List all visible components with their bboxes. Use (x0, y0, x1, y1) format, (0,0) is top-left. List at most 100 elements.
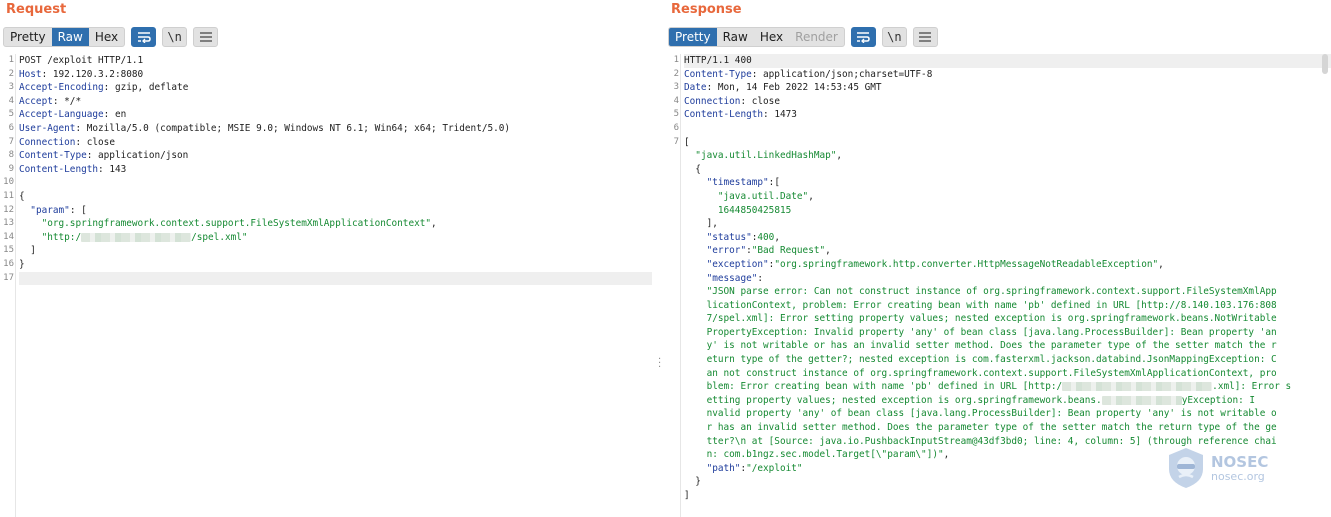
code-token: an not construct instance of org.springf… (684, 367, 1277, 379)
request-tab-raw[interactable]: Raw (51, 28, 89, 46)
response-tab-raw[interactable]: Raw (717, 28, 754, 46)
line-number (665, 312, 679, 326)
code-token: Accept-Language (19, 109, 104, 121)
code-token: } (684, 476, 701, 488)
response-menu-button[interactable] (912, 27, 938, 47)
code-line: 7/spel.xml]: Error setting property valu… (684, 312, 1331, 326)
line-number (665, 285, 679, 299)
line-number: 16 (3, 259, 14, 269)
line-number: 3 (8, 82, 14, 93)
code-token: , (825, 245, 831, 257)
line-number: 14 (3, 231, 14, 242)
line-number: 5 (673, 109, 679, 120)
code-token: Date (684, 82, 707, 94)
line-number (665, 163, 679, 177)
code-line: { (19, 190, 652, 204)
pane-splitter-handle[interactable]: · · · (658, 355, 662, 373)
line-number (665, 408, 679, 422)
code-line: Host: 192.120.3.2:8080 (19, 68, 652, 82)
code-line: ], (684, 217, 1331, 231)
code-line: Connection: close (684, 95, 1331, 109)
code-token: yException: I (1181, 394, 1256, 406)
code-line: "java.util.Date", (684, 190, 1331, 204)
line-number: 4 (8, 95, 14, 106)
response-newline-button[interactable]: \n (881, 27, 907, 47)
code-token: , (431, 218, 437, 230)
code-token: 1644850425815 (717, 204, 792, 216)
code-line: Accept-Encoding: gzip, deflate (19, 81, 652, 95)
hamburger-menu-icon (919, 32, 932, 42)
request-wrap-button[interactable] (131, 27, 157, 47)
request-pane: Request Pretty Raw Hex \n 1 2 3 4 5 6 7 8 9 10 11 12 1… (0, 0, 652, 517)
line-number: 6 (8, 123, 14, 133)
code-token: : (757, 272, 764, 284)
line-number: 7 (8, 136, 14, 147)
code-token: "http:/ (41, 231, 82, 243)
line-number (665, 448, 679, 462)
line-number: 7 (673, 136, 679, 147)
response-tab-pretty[interactable]: Pretty (669, 28, 717, 46)
code-token: 400 (757, 231, 775, 243)
code-token: "message" (706, 272, 758, 284)
response-tab-hex[interactable]: Hex (754, 28, 789, 46)
code-line: "exception":"org.springframework.http.co… (684, 258, 1331, 272)
code-token: : en (103, 109, 127, 121)
code-token: "JSON parse error: Can not construct ins… (684, 286, 1277, 298)
code-token: HTTP/1.1 400 (684, 55, 752, 66)
code-token: , (1158, 258, 1164, 270)
line-number: 6 (673, 123, 679, 133)
code-line: { (684, 163, 1331, 177)
line-number (665, 476, 679, 490)
nosec-shield-logo-icon (1169, 448, 1203, 488)
line-number (665, 340, 679, 354)
wrap-lines-icon (137, 32, 151, 43)
code-line: blem: Error creating bean with name 'pb'… (684, 380, 1331, 394)
code-line: "message": (684, 272, 1331, 286)
nosec-watermark: NOSEC nosec.org (1167, 447, 1268, 489)
line-number (665, 204, 679, 218)
code-token: Accept (19, 95, 53, 107)
request-menu-button[interactable] (193, 27, 219, 47)
request-tab-hex[interactable]: Hex (89, 28, 124, 46)
code-token: y' is not writable or has an invalid set… (684, 340, 1277, 352)
code-line: POST /exploit HTTP/1.1 (19, 54, 652, 68)
line-number: 5 (8, 109, 14, 120)
code-token: : gzip, deflate (103, 82, 189, 94)
line-number (665, 299, 679, 313)
line-number (665, 231, 679, 245)
response-scrollbar[interactable] (1321, 54, 1329, 504)
code-token: User-Agent (19, 122, 76, 134)
code-line: HTTP/1.1 400 (684, 54, 1331, 68)
line-number (665, 190, 679, 204)
code-line: ] (684, 489, 1331, 503)
code-token: "path" (706, 462, 741, 474)
code-line: Content-Type: application/json (19, 149, 652, 163)
code-token: , (836, 150, 843, 162)
line-number (665, 244, 679, 258)
watermark-domain: nosec.org (1211, 469, 1265, 483)
code-line: } (19, 258, 652, 272)
line-number (665, 353, 679, 367)
code-line: 1644850425815 (684, 204, 1331, 218)
code-token: ], (684, 218, 718, 230)
code-line: licationContext, problem: Error creating… (684, 299, 1331, 313)
code-line: an not construct instance of org.springf… (684, 367, 1331, 381)
response-wrap-button[interactable] (850, 27, 876, 47)
code-token: eturn type of the getter?; nested except… (684, 354, 1277, 366)
code-token: .xml]: Error s (1212, 381, 1292, 393)
code-line: "org.springframework.context.support.Fil… (19, 217, 652, 231)
code-token: blem: Error creating bean with name 'pb'… (684, 381, 1063, 393)
code-token: : close (740, 95, 780, 107)
request-newline-button[interactable]: \n (162, 27, 188, 47)
code-line: eturn type of the getter?; nested except… (684, 353, 1331, 367)
request-tab-pretty[interactable]: Pretty (4, 28, 52, 46)
request-editor[interactable]: 1 2 3 4 5 6 7 8 9 10 11 12 13 14 15 16 17 POST /exploit … (0, 54, 652, 517)
response-scrollbar-thumb[interactable] (1322, 54, 1328, 74)
code-token: : 143 (98, 163, 127, 175)
code-token: /spel.xml" (191, 231, 248, 243)
